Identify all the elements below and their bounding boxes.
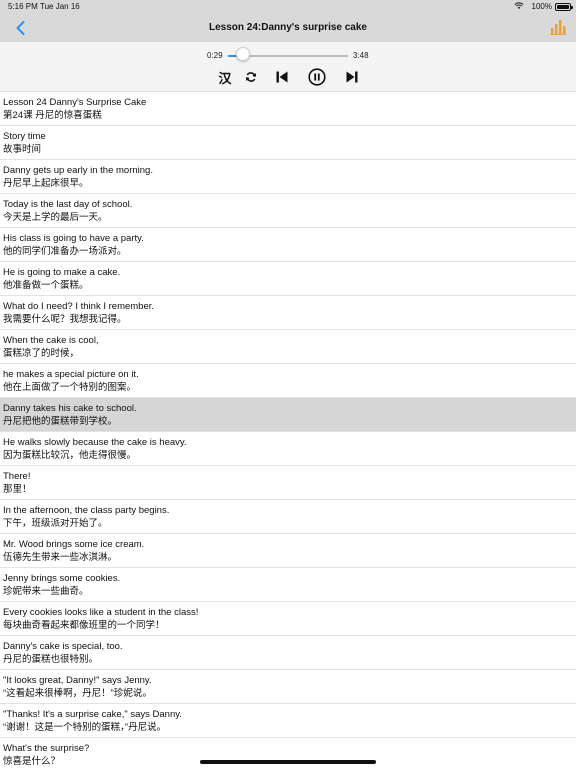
pause-button[interactable] [307, 68, 327, 86]
status-bar: 5:16 PM Tue Jan 16 100% [0, 0, 576, 14]
previous-button[interactable] [273, 68, 291, 86]
page-title: Lesson 24:Danny's surprise cake [208, 22, 367, 33]
sentence-list[interactable]: Lesson 24 Danny's Surprise Cake 第24课 丹尼的惊… [0, 92, 576, 768]
sentence-row[interactable]: Danny takes his cake to school. 丹尼把他的蛋糕带到… [0, 398, 576, 432]
status-time: 5:16 PM [8, 2, 38, 11]
battery-icon [555, 3, 573, 11]
sentence-row[interactable]: Every cookies looks like a student in th… [0, 602, 576, 636]
sentence-english: Mr. Wood brings some ice cream. [3, 539, 145, 550]
status-date: Tue Jan 16 [40, 2, 80, 11]
repeat-button[interactable] [243, 68, 259, 86]
sentence-chinese: 丹尼早上起床很早。 [3, 178, 89, 189]
sentence-chinese: 蛋糕凉了的时候， [3, 348, 80, 359]
skip-next-icon [346, 71, 358, 83]
sentence-row[interactable]: Today is the last day of school. 今天是上学的最后… [0, 194, 576, 228]
sentence-row[interactable]: There! 那里！ [0, 466, 576, 500]
sentence-chinese: 伍德先生带来一些冰淇淋。 [3, 552, 118, 563]
sentence-chinese: 因为蛋糕比较沉，他走得很慢。 [3, 450, 137, 461]
skip-previous-icon [276, 71, 288, 83]
progress-knob[interactable] [236, 47, 251, 61]
sentence-row[interactable]: When the cake is cool, 蛋糕凉了的时候， [0, 330, 576, 364]
sentence-chinese: 珍妮带来一些曲奇。 [3, 586, 89, 597]
nav-bar: Lesson 24:Danny's surprise cake [0, 14, 576, 42]
sentence-chinese: 今天是上学的最后一天。 [3, 212, 108, 223]
sentence-chinese: 每块曲奇看起来都像班里的一个同学！ [3, 620, 165, 631]
total-time: 3:48 [353, 51, 369, 60]
sentence-english: He is going to make a cake. [3, 267, 121, 278]
sentence-chinese: 那里！ [3, 484, 32, 495]
sentence-chinese: 他准备做一个蛋糕。 [3, 280, 89, 291]
repeat-icon [245, 72, 257, 82]
sentence-chinese: 第24课 丹尼的惊喜蛋糕 [3, 110, 102, 121]
sentence-row[interactable]: What do I need? I think I remember. 我需要什么… [0, 296, 576, 330]
sentence-english: In the afternoon, the class party begins… [3, 505, 170, 516]
sentence-english: "It looks great, Danny!" says Jenny. [3, 675, 152, 686]
sentence-chinese: 我需要什么呢？我想我记得。 [3, 314, 127, 325]
sentence-english: Every cookies looks like a student in th… [3, 607, 199, 618]
sentence-row[interactable]: Lesson 24 Danny's Surprise Cake 第24课 丹尼的惊… [0, 92, 576, 126]
sentence-chinese: “这看起来很棒啊，丹尼！”珍妮说。 [3, 688, 152, 699]
sentence-chinese: 丹尼的蛋糕也很特别。 [3, 654, 99, 665]
sentence-chinese: 故事时间 [3, 144, 42, 155]
bar-chart-icon[interactable] [550, 19, 566, 35]
sentence-chinese: 他在上面做了一个特别的图案。 [3, 382, 137, 393]
sentence-row[interactable]: "Thanks! It's a surprise cake," says Dan… [0, 704, 576, 738]
sentence-row[interactable]: His class is going to have a party. 他的同学们… [0, 228, 576, 262]
battery-percent: 100% [531, 2, 552, 11]
sentence-english: Today is the last day of school. [3, 199, 133, 210]
home-indicator [200, 760, 376, 764]
sentence-row[interactable]: He walks slowly because the cake is heav… [0, 432, 576, 466]
sentence-english: What do I need? I think I remember. [3, 301, 155, 312]
sentence-chinese: 丹尼把他的蛋糕带到学校。 [3, 416, 118, 427]
sentence-english: There! [3, 471, 31, 482]
sentence-chinese: 他的同学们准备办一场派对。 [3, 246, 127, 257]
current-time: 0:29 [207, 51, 223, 60]
audio-player: 0:29 3:48 汉 [0, 42, 576, 92]
sentence-row[interactable]: He is going to make a cake. 他准备做一个蛋糕。 [0, 262, 576, 296]
sentence-chinese: “谢谢！这是一个特别的蛋糕，”丹尼说。 [3, 722, 167, 733]
sentence-row[interactable]: Mr. Wood brings some ice cream. 伍德先生带来一些冰… [0, 534, 576, 568]
sentence-english: His class is going to have a party. [3, 233, 144, 244]
sentence-row[interactable]: he makes a special picture on it. 他在上面做了一… [0, 364, 576, 398]
sentence-english: Danny takes his cake to school. [3, 403, 137, 414]
wifi-icon [514, 2, 524, 9]
sentence-english: He walks slowly because the cake is heav… [3, 437, 187, 448]
sentence-english: Danny's cake is special, too. [3, 641, 123, 652]
sentence-english: he makes a special picture on it. [3, 369, 139, 380]
sentence-chinese: 下午，班级派对开始了。 [3, 518, 108, 529]
sentence-english: When the cake is cool, [3, 335, 99, 346]
sentence-english: "Thanks! It's a surprise cake," says Dan… [3, 709, 182, 720]
sentence-english: Jenny brings some cookies. [3, 573, 121, 584]
sentence-row[interactable]: Danny gets up early in the morning. 丹尼早上起… [0, 160, 576, 194]
sentence-row[interactable]: In the afternoon, the class party begins… [0, 500, 576, 534]
sentence-english: What's the surprise? [3, 743, 90, 754]
sentence-row[interactable]: Story time 故事时间 [0, 126, 576, 160]
sentence-english: Story time [3, 131, 46, 142]
next-button[interactable] [343, 68, 361, 86]
sentence-english: Lesson 24 Danny's Surprise Cake [3, 97, 147, 108]
sentence-row[interactable]: Jenny brings some cookies. 珍妮带来一些曲奇。 [0, 568, 576, 602]
sentence-row[interactable]: "It looks great, Danny!" says Jenny. “这看起… [0, 670, 576, 704]
pause-circle-icon [308, 68, 326, 86]
sentence-row[interactable]: Danny's cake is special, too. 丹尼的蛋糕也很特别。 [0, 636, 576, 670]
sentence-english: Danny gets up early in the morning. [3, 165, 153, 176]
hanzi-toggle-button[interactable]: 汉 [216, 68, 234, 86]
